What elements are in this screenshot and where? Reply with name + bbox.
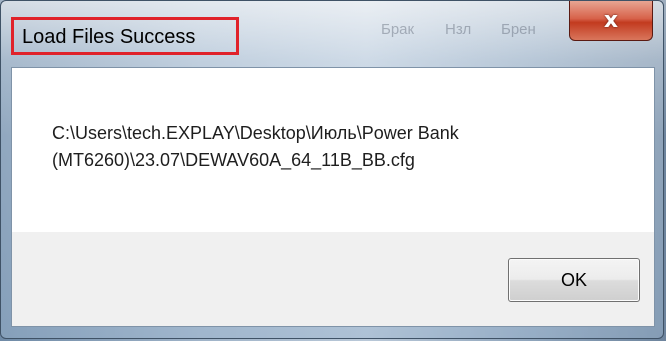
background-hint-text: Брен — [501, 21, 536, 38]
close-button[interactable]: x — [569, 1, 653, 41]
dialog-client-area: C:\Users\tech.EXPLAY\Desktop\Июль\Power … — [11, 67, 655, 327]
background-hint-text: Нзл — [445, 21, 472, 38]
ok-button[interactable]: OK — [508, 258, 640, 302]
message-text: C:\Users\tech.EXPLAY\Desktop\Июль\Power … — [52, 120, 632, 174]
title-bar[interactable]: Брак Нзл Брен Load Files Success x — [1, 1, 665, 67]
window-title: Load Files Success — [11, 17, 239, 55]
message-dialog: Брак Нзл Брен Load Files Success x C:\Us… — [0, 0, 664, 339]
message-line: (MT6260)\23.07\DEWAV60A_64_11B_BB.cfg — [52, 150, 415, 170]
background-hint-text: Брак — [381, 21, 415, 38]
message-area: C:\Users\tech.EXPLAY\Desktop\Июль\Power … — [12, 68, 654, 232]
message-line: C:\Users\tech.EXPLAY\Desktop\Июль\Power … — [52, 123, 459, 143]
close-icon: x — [603, 7, 619, 33]
